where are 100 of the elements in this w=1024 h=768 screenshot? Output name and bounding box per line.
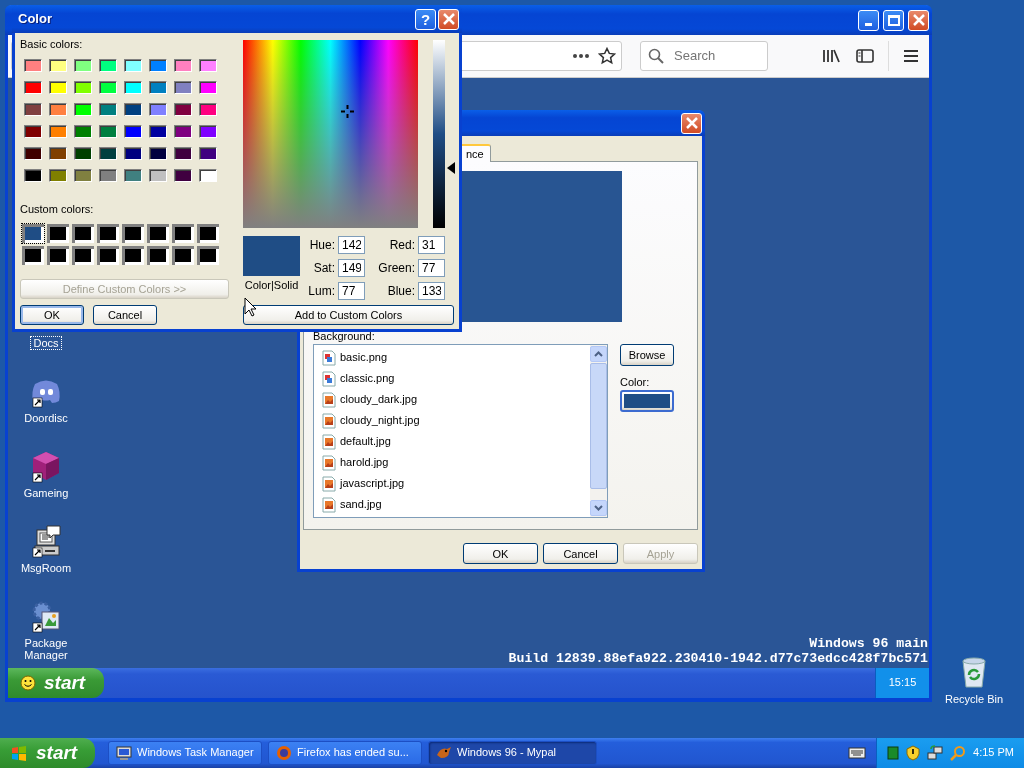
color-swatch[interactable] xyxy=(199,169,217,182)
color-swatch[interactable] xyxy=(74,125,92,138)
cancel-button[interactable]: Cancel xyxy=(93,305,157,325)
color-swatch[interactable] xyxy=(99,81,117,94)
color-swatch[interactable] xyxy=(149,103,167,116)
list-item[interactable]: basic.png xyxy=(314,347,590,368)
color-swatch[interactable] xyxy=(199,147,217,160)
close-button[interactable] xyxy=(908,9,929,31)
list-item[interactable]: cloudy_dark.jpg xyxy=(314,389,590,410)
number-field[interactable]: 142 xyxy=(338,236,365,254)
color-swatch[interactable] xyxy=(96,223,120,244)
color-swatch[interactable] xyxy=(99,59,117,72)
network-icon[interactable] xyxy=(927,745,943,761)
color-swatch[interactable] xyxy=(196,245,220,266)
list-item[interactable]: harold.jpg xyxy=(314,452,590,473)
color-spectrum[interactable] xyxy=(243,40,418,228)
color-swatch[interactable] xyxy=(71,245,95,266)
color-swatch[interactable] xyxy=(124,125,142,138)
color-swatch[interactable] xyxy=(124,103,142,116)
keyboard-icon[interactable] xyxy=(848,746,866,760)
color-swatch[interactable] xyxy=(99,169,117,182)
number-field[interactable]: 149 xyxy=(338,259,365,277)
browse-button[interactable]: Browse xyxy=(620,344,674,366)
taskbar-button[interactable]: Windows Task Manager xyxy=(108,741,262,765)
color-swatch[interactable] xyxy=(174,125,192,138)
color-swatch[interactable] xyxy=(121,245,145,266)
color-swatch[interactable] xyxy=(49,169,67,182)
color-swatch[interactable] xyxy=(171,223,195,244)
file-list[interactable]: basic.png classic.png cloudy_dark.jpg cloudy_night.jpg default.jpg harold.jpg javascript.jpg sand.jpg xyxy=(313,344,608,518)
number-field[interactable]: 31 xyxy=(418,236,445,254)
color-swatch[interactable] xyxy=(199,103,217,116)
close-button[interactable] xyxy=(681,112,702,134)
color-swatch[interactable] xyxy=(49,125,67,138)
color-swatch[interactable] xyxy=(124,169,142,182)
scrollbar[interactable] xyxy=(590,345,607,517)
sidebar-icon[interactable] xyxy=(856,48,874,64)
number-field[interactable]: 133 xyxy=(418,282,445,300)
color-swatch[interactable] xyxy=(199,125,217,138)
maximize-button[interactable] xyxy=(883,9,904,31)
list-item[interactable]: classic.png xyxy=(314,368,590,389)
number-field[interactable]: 77 xyxy=(418,259,445,277)
close-button[interactable] xyxy=(438,8,459,30)
color-swatch[interactable] xyxy=(199,59,217,72)
list-item[interactable]: default.jpg xyxy=(314,431,590,452)
taskbar-button[interactable]: Windows 96 - Mypal xyxy=(428,741,597,765)
color-swatch[interactable] xyxy=(171,245,195,266)
color-picker-button[interactable] xyxy=(620,390,674,412)
color-swatch[interactable] xyxy=(149,147,167,160)
color-swatch[interactable] xyxy=(74,81,92,94)
list-item[interactable]: cloudy_night.jpg xyxy=(314,410,590,431)
add-to-custom-colors-button[interactable]: Add to Custom Colors xyxy=(243,305,454,325)
package-icon[interactable] xyxy=(29,599,63,633)
ok-button[interactable]: OK xyxy=(20,305,84,325)
color-swatch[interactable] xyxy=(196,223,220,244)
color-swatch[interactable] xyxy=(24,125,42,138)
color-swatch[interactable] xyxy=(24,103,42,116)
color-swatch[interactable] xyxy=(21,223,45,244)
color-swatch[interactable] xyxy=(174,81,192,94)
icon-label[interactable]: Package Manager xyxy=(8,637,84,661)
color-swatch[interactable] xyxy=(99,125,117,138)
shield-icon[interactable] xyxy=(906,745,920,761)
library-icon[interactable] xyxy=(822,48,842,64)
scroll-up-button[interactable] xyxy=(590,346,607,362)
slider-arrow-icon[interactable] xyxy=(447,161,455,174)
search-field[interactable]: Search xyxy=(672,47,762,65)
color-swatch[interactable] xyxy=(199,81,217,94)
color-swatch[interactable] xyxy=(46,223,70,244)
color-swatch[interactable] xyxy=(49,81,67,94)
color-swatch[interactable] xyxy=(74,169,92,182)
color-swatch[interactable] xyxy=(21,245,45,266)
color-swatch[interactable] xyxy=(149,169,167,182)
color-swatch[interactable] xyxy=(124,147,142,160)
color-swatch[interactable] xyxy=(149,81,167,94)
color-swatch[interactable] xyxy=(149,125,167,138)
color-swatch[interactable] xyxy=(71,223,95,244)
color-swatch[interactable] xyxy=(49,59,67,72)
color-swatch[interactable] xyxy=(46,245,70,266)
bookmark-star-icon[interactable] xyxy=(598,47,616,65)
color-swatch[interactable] xyxy=(24,147,42,160)
color-swatch[interactable] xyxy=(74,147,92,160)
color-swatch[interactable] xyxy=(124,81,142,94)
color-swatch[interactable] xyxy=(99,103,117,116)
search-box[interactable]: Search xyxy=(640,41,768,71)
taskbar-button[interactable]: Firefox has ended su... xyxy=(268,741,422,765)
color-swatch[interactable] xyxy=(74,103,92,116)
menu-icon[interactable] xyxy=(903,49,919,63)
color-swatch[interactable] xyxy=(174,147,192,160)
color-swatch[interactable] xyxy=(49,147,67,160)
computer-icon[interactable] xyxy=(29,524,63,558)
icon-label[interactable]: Recycle Bin xyxy=(944,693,1004,707)
start-button[interactable]: start xyxy=(8,668,104,698)
list-item[interactable]: sand.jpg xyxy=(314,494,590,515)
color-swatch[interactable] xyxy=(99,147,117,160)
icon-label[interactable]: Doordisc xyxy=(22,412,70,424)
color-swatch[interactable] xyxy=(24,81,42,94)
color-swatch[interactable] xyxy=(149,59,167,72)
luminance-slider[interactable] xyxy=(433,40,455,228)
color-swatch[interactable] xyxy=(174,169,192,182)
color-swatch[interactable] xyxy=(124,59,142,72)
icon-label[interactable]: Gameing xyxy=(21,487,71,499)
